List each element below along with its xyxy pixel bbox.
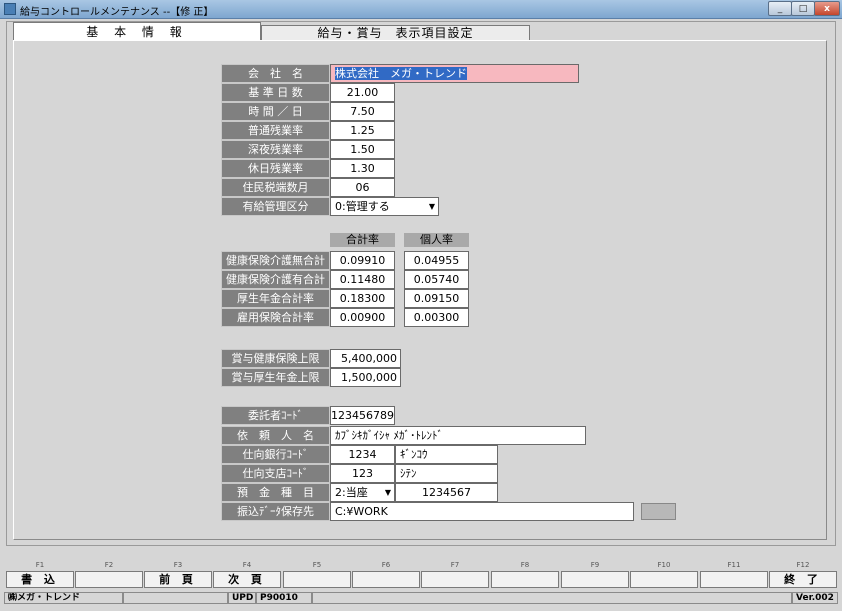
tab-bonus-display-settings[interactable]: 給与・賞与 表示項目設定 <box>261 25 530 40</box>
health-ins-care-personal[interactable]: 0.05740 <box>404 270 469 289</box>
normal-overtime-label: 普通残業率 <box>221 121 330 140</box>
deposit-type-select[interactable]: 2:当座 ▼ <box>330 483 395 502</box>
pension-label: 厚生年金合計率 <box>221 289 330 308</box>
holiday-overtime-input[interactable]: 1.30 <box>330 159 395 178</box>
deposit-type-label: 預 金 種 目 <box>221 483 330 502</box>
f11-key-label: F11 <box>727 561 741 569</box>
consignor-code-label: 委託者ｺｰﾄﾞ <box>221 406 330 425</box>
browse-button[interactable] <box>641 503 676 520</box>
status-program: P90010 <box>256 592 312 604</box>
company-name-input[interactable]: 株式会社 メガ・トレンド <box>330 64 579 83</box>
pension-personal[interactable]: 0.09150 <box>404 289 469 308</box>
f1-key-label: F1 <box>35 561 45 569</box>
f4-next-page-button[interactable]: 次 頁 <box>213 571 281 588</box>
f5-button[interactable] <box>283 571 351 588</box>
f5-key-label: F5 <box>312 561 322 569</box>
f6-key-label: F6 <box>381 561 391 569</box>
base-days-label: 基 準 日 数 <box>221 83 330 102</box>
company-name-label: 会 社 名 <box>221 64 330 83</box>
f12-exit-button[interactable]: 終 了 <box>769 571 837 588</box>
employment-ins-personal[interactable]: 0.00300 <box>404 308 469 327</box>
f10-button[interactable] <box>630 571 698 588</box>
save-path-input[interactable]: C:¥WORK <box>330 502 634 521</box>
health-ins-no-care-total[interactable]: 0.09910 <box>330 251 395 270</box>
normal-overtime-input[interactable]: 1.25 <box>330 121 395 140</box>
chevron-down-icon: ▼ <box>384 488 391 497</box>
f1-write-button[interactable]: 書 込 <box>6 571 74 588</box>
bank-name-field: ｷﾞﾝｺｳ <box>395 445 498 464</box>
bonus-pension-limit-label: 賞与厚生年金上限 <box>221 368 330 387</box>
f4-key-label: F4 <box>242 561 252 569</box>
f7-key-label: F7 <box>450 561 460 569</box>
f2-key-label: F2 <box>104 561 114 569</box>
tab-basic-info[interactable]: 基 本 情 報 <box>13 22 261 40</box>
bank-code-label: 仕向銀行ｺｰﾄﾞ <box>221 445 330 464</box>
branch-code-label: 仕向支店ｺｰﾄﾞ <box>221 464 330 483</box>
f10-key-label: F10 <box>657 561 671 569</box>
status-mode: UPD <box>228 592 256 604</box>
status-blank-1 <box>123 592 228 604</box>
requester-name-input[interactable]: ｶﾌﾞｼｷｶﾞｲｼｬ ﾒｶﾞ･ﾄﾚﾝﾄﾞ <box>330 426 586 445</box>
f9-button[interactable] <box>561 571 629 588</box>
f7-button[interactable] <box>421 571 489 588</box>
resident-tax-month-input[interactable]: 06 <box>330 178 395 197</box>
paid-leave-value: 0:管理する <box>335 200 390 213</box>
night-overtime-label: 深夜残業率 <box>221 140 330 159</box>
branch-code-input[interactable]: 123 <box>330 464 395 483</box>
health-ins-care-label: 健康保険介護有合計 <box>221 270 330 289</box>
close-button[interactable]: x <box>814 1 840 16</box>
personal-rate-header: 個人率 <box>404 233 469 247</box>
paid-leave-label: 有給管理区分 <box>221 197 330 216</box>
f8-key-label: F8 <box>520 561 530 569</box>
total-rate-header: 合計率 <box>330 233 395 247</box>
f8-button[interactable] <box>491 571 559 588</box>
bonus-pension-limit-input[interactable]: 1,500,000 <box>330 368 401 387</box>
holiday-overtime-label: 休日残業率 <box>221 159 330 178</box>
bank-code-input[interactable]: 1234 <box>330 445 395 464</box>
hours-per-day-input[interactable]: 7.50 <box>330 102 395 121</box>
minimize-button[interactable]: _ <box>768 1 792 16</box>
chevron-down-icon: ▼ <box>428 202 435 211</box>
paid-leave-select[interactable]: 0:管理する ▼ <box>330 197 439 216</box>
resident-tax-month-label: 住民税端数月 <box>221 178 330 197</box>
pension-total[interactable]: 0.18300 <box>330 289 395 308</box>
deposit-type-value: 2:当座 <box>335 486 368 499</box>
bonus-health-limit-input[interactable]: 5,400,000 <box>330 349 401 368</box>
f11-button[interactable] <box>700 571 768 588</box>
maximize-button[interactable]: □ <box>791 1 815 16</box>
requester-name-label: 依 頼 人 名 <box>221 426 330 445</box>
save-path-label: 振込ﾃﾞｰﾀ保存先 <box>221 502 330 521</box>
status-blank-2 <box>312 592 792 604</box>
branch-name-field: ｼﾃﾝ <box>395 464 498 483</box>
account-number-input[interactable]: 1234567 <box>395 483 498 502</box>
status-version: Ver.002 <box>792 592 838 604</box>
hours-per-day-label: 時 間 ／ 日 <box>221 102 330 121</box>
window-title: 給与コントロールメンテナンス --【修 正】 <box>20 7 214 18</box>
base-days-input[interactable]: 21.00 <box>330 83 395 102</box>
health-ins-no-care-personal[interactable]: 0.04955 <box>404 251 469 270</box>
night-overtime-input[interactable]: 1.50 <box>330 140 395 159</box>
employment-ins-total[interactable]: 0.00900 <box>330 308 395 327</box>
f3-prev-page-button[interactable]: 前 頁 <box>144 571 212 588</box>
bonus-health-limit-label: 賞与健康保険上限 <box>221 349 330 368</box>
status-company: ㈱メガ・トレンド <box>4 592 123 604</box>
f12-key-label: F12 <box>796 561 810 569</box>
f9-key-label: F9 <box>590 561 600 569</box>
consignor-code-input[interactable]: 1234567890 <box>330 406 395 425</box>
f6-button[interactable] <box>352 571 420 588</box>
employment-ins-label: 雇用保険合計率 <box>221 308 330 327</box>
f3-key-label: F3 <box>173 561 183 569</box>
app-icon <box>4 3 16 15</box>
company-name-text: 株式会社 メガ・トレンド <box>335 67 467 80</box>
health-ins-care-total[interactable]: 0.11480 <box>330 270 395 289</box>
health-ins-no-care-label: 健康保険介護無合計 <box>221 251 330 270</box>
f2-button[interactable] <box>75 571 143 588</box>
